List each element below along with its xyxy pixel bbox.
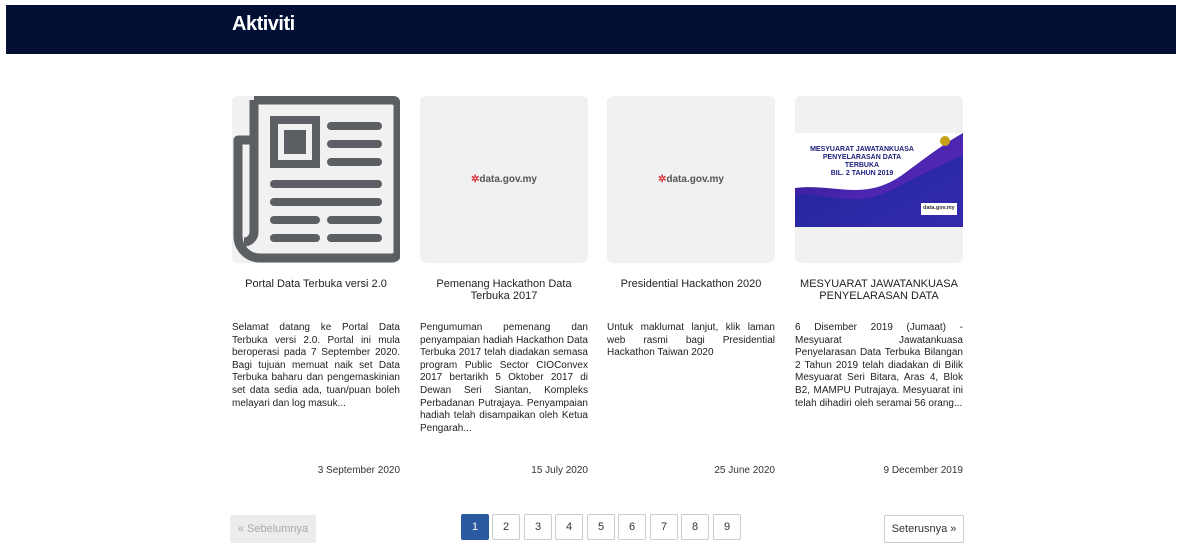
banner-line: TERBUKA: [844, 162, 880, 169]
card-title[interactable]: Pemenang Hackathon Data Terbuka 2017: [424, 278, 584, 302]
previous-page-button[interactable]: « Sebelumnya: [230, 515, 316, 543]
banner-logo: data.gov.my: [923, 205, 955, 211]
header-bar: Aktiviti: [6, 5, 1176, 54]
page-7-button[interactable]: 7: [650, 514, 678, 540]
card-image[interactable]: ✲data.gov.my: [420, 96, 588, 263]
card-date: 15 July 2020: [531, 465, 588, 476]
card-title[interactable]: Portal Data Terbuka versi 2.0: [236, 278, 396, 302]
logo-text: data.gov.my: [666, 174, 724, 185]
card-image[interactable]: ✲data.gov.my: [607, 96, 775, 263]
page-2-button[interactable]: 2: [492, 514, 520, 540]
card-description: Pengumuman pemenang dan penyampaian hadi…: [420, 322, 588, 434]
card-title[interactable]: Presidential Hackathon 2020: [611, 278, 771, 302]
newspaper-icon: [232, 96, 400, 263]
card-title[interactable]: MESYUARAT JAWATANKUASA PENYELARASAN DATA…: [799, 278, 959, 302]
card-date: 3 September 2020: [317, 465, 400, 476]
data-gov-logo: ✲data.gov.my: [420, 174, 588, 185]
banner-line: BIL. 2 TAHUN 2019: [830, 170, 894, 177]
card-description: Untuk maklumat lanjut, klik laman web ra…: [607, 322, 775, 359]
logo-text: data.gov.my: [479, 174, 537, 185]
data-gov-logo: ✲data.gov.my: [607, 174, 775, 185]
meeting-banner: MESYUARAT JAWATANKUASA PENYELARASAN DATA…: [795, 133, 963, 227]
page-1-button[interactable]: 1: [461, 514, 489, 540]
activity-card[interactable]: ✲data.gov.my Pemenang Hackathon Data Ter…: [420, 96, 588, 478]
card-image[interactable]: MESYUARAT JAWATANKUASA PENYELARASAN DATA…: [795, 96, 963, 263]
banner-line: MESYUARAT JAWATANKUASA: [810, 146, 914, 153]
page-title: Aktiviti: [232, 13, 295, 35]
card-date: 9 December 2019: [883, 465, 964, 476]
card-date: 25 June 2020: [714, 465, 775, 476]
page-9-button[interactable]: 9: [713, 514, 741, 540]
banner-line: PENYELARASAN DATA: [822, 154, 902, 161]
card-description: Selamat datang ke Portal Data Terbuka ve…: [232, 322, 400, 409]
page-3-button[interactable]: 3: [524, 514, 552, 540]
page-5-button[interactable]: 5: [587, 514, 615, 540]
activity-card[interactable]: Portal Data Terbuka versi 2.0 Selamat da…: [232, 96, 400, 478]
page-4-button[interactable]: 4: [555, 514, 583, 540]
page-8-button[interactable]: 8: [681, 514, 709, 540]
page-6-button[interactable]: 6: [618, 514, 646, 540]
next-page-button[interactable]: Seterusnya »: [884, 515, 964, 543]
card-image[interactable]: [232, 96, 400, 263]
activity-card[interactable]: MESYUARAT JAWATANKUASA PENYELARASAN DATA…: [795, 96, 963, 478]
card-description: 6 Disember 2019 (Jumaat) - Mesyuarat Jaw…: [795, 322, 963, 409]
activity-card[interactable]: ✲data.gov.my Presidential Hackathon 2020…: [607, 96, 775, 478]
